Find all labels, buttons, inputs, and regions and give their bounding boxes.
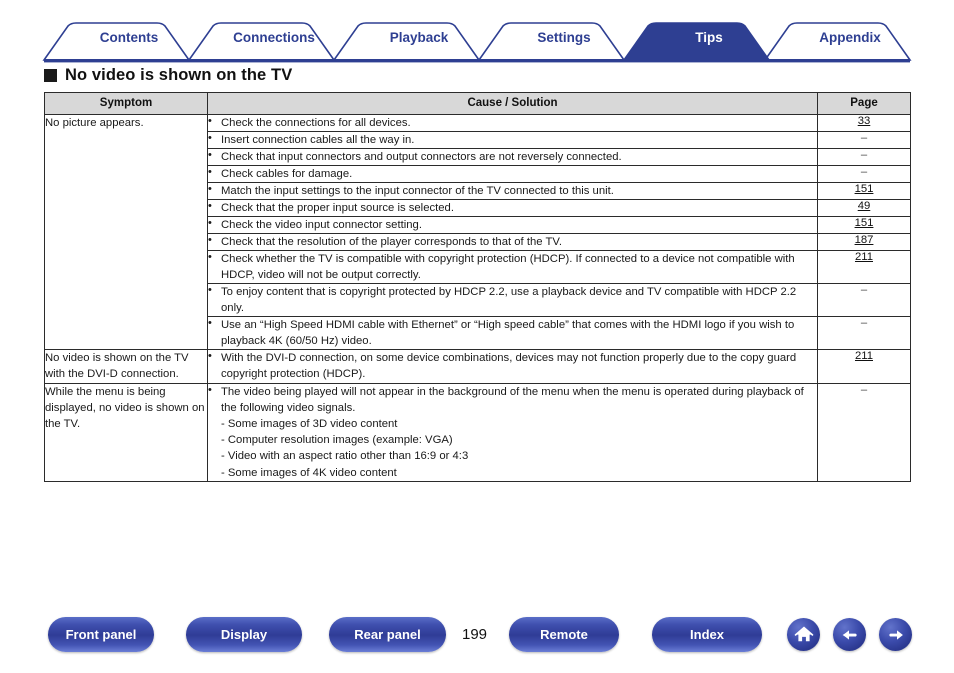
cause-solution-cell: With the DVI-D connection, on some devic… bbox=[207, 349, 818, 384]
symptom-cell: While the menu is being displayed, no vi… bbox=[44, 382, 208, 483]
cause-solution-cell: Check the connections for all devices. bbox=[207, 114, 818, 133]
bullet-item: Check cables for damage. bbox=[208, 165, 817, 182]
page-cell: – bbox=[817, 283, 911, 318]
tab-appendix[interactable]: Appendix bbox=[789, 20, 911, 56]
tab-bar-underline bbox=[44, 59, 910, 63]
cause-solution-cell: Match the input settings to the input co… bbox=[207, 182, 818, 201]
tab-contents[interactable]: Contents bbox=[68, 20, 190, 56]
front-panel-button[interactable]: Front panel bbox=[48, 617, 154, 652]
cause-solution-cell: Check cables for damage. bbox=[207, 165, 818, 184]
page-reference-link[interactable]: 211 bbox=[855, 251, 873, 263]
page-cell[interactable]: 211 bbox=[817, 250, 911, 285]
tab-bar: Contents Connections Playback Settings T… bbox=[0, 20, 954, 63]
square-bullet-icon bbox=[44, 69, 57, 82]
page-cell: – bbox=[817, 316, 911, 351]
page-cell[interactable]: 211 bbox=[817, 349, 911, 384]
sub-item: - Video with an aspect ratio other than … bbox=[221, 450, 469, 463]
page-cell: – bbox=[817, 148, 911, 167]
cause-solution-cell: Check that the proper input source is se… bbox=[207, 199, 818, 218]
page-reference-link[interactable]: 49 bbox=[858, 200, 871, 212]
sub-item: - Some images of 4K video content bbox=[221, 466, 397, 479]
page-cell: – bbox=[817, 131, 911, 150]
tab-settings[interactable]: Settings bbox=[503, 20, 625, 56]
page-cell[interactable]: 49 bbox=[817, 199, 911, 218]
tab-tips[interactable]: Tips bbox=[648, 20, 770, 56]
page-cell[interactable]: 151 bbox=[817, 182, 911, 201]
page-cell[interactable]: 187 bbox=[817, 233, 911, 252]
table-row: While the menu is being displayed, no vi… bbox=[44, 382, 911, 483]
bullet-item: Match the input settings to the input co… bbox=[208, 182, 817, 199]
cause-solution-cell: Check that input connectors and output c… bbox=[207, 148, 818, 167]
bullet-item: Check that the proper input source is se… bbox=[208, 199, 817, 216]
page-cell: – bbox=[817, 382, 911, 483]
no-page-reference: – bbox=[860, 132, 868, 145]
forward-button[interactable] bbox=[879, 618, 912, 651]
home-button[interactable] bbox=[787, 618, 820, 651]
no-page-reference: – bbox=[860, 383, 868, 396]
index-button[interactable]: Index bbox=[652, 617, 762, 652]
bullet-item: Insert connection cables all the way in. bbox=[208, 131, 817, 148]
bullet-item: With the DVI-D connection, on some devic… bbox=[208, 349, 817, 382]
symptom-cell: No picture appears. bbox=[44, 113, 208, 351]
back-button[interactable] bbox=[833, 618, 866, 651]
page-cell: – bbox=[817, 165, 911, 184]
cause-solution-cell: The video being played will not appear i… bbox=[207, 382, 818, 483]
tab-playback[interactable]: Playback bbox=[358, 20, 480, 56]
page-cell[interactable]: 33 bbox=[817, 113, 911, 133]
page-reference-link[interactable]: 151 bbox=[855, 183, 874, 195]
bullet-item: Use an “High Speed HDMI cable with Ether… bbox=[208, 316, 817, 349]
page-cell[interactable]: 151 bbox=[817, 216, 911, 235]
bullet-item: Check the video input connector setting. bbox=[208, 216, 817, 233]
troubleshooting-table-wrapper: Symptom Cause / Solution Page No picture… bbox=[44, 92, 911, 483]
page-reference-link[interactable]: 211 bbox=[855, 350, 873, 362]
column-header-symptom: Symptom bbox=[44, 92, 208, 115]
no-page-reference: – bbox=[860, 317, 868, 330]
table-row: No video is shown on the TV with the DVI… bbox=[44, 349, 911, 384]
cause-solution-cell: Use an “High Speed HDMI cable with Ether… bbox=[207, 316, 818, 351]
cause-solution-cell: To enjoy content that is copyright prote… bbox=[207, 283, 818, 318]
bullet-item: Check that input connectors and output c… bbox=[208, 148, 817, 165]
cause-solution-cell: Insert connection cables all the way in. bbox=[207, 131, 818, 150]
sub-item: - Some images of 3D video content bbox=[221, 417, 398, 430]
table-header-row: Symptom Cause / Solution Page bbox=[44, 92, 911, 115]
bullet-item: To enjoy content that is copyright prote… bbox=[208, 283, 817, 316]
cause-solution-cell: Check whether the TV is compatible with … bbox=[207, 250, 818, 285]
column-header-page: Page bbox=[817, 92, 911, 115]
arrow-left-icon bbox=[842, 629, 857, 640]
page-title: No video is shown on the TV bbox=[44, 66, 292, 85]
tab-connections[interactable]: Connections bbox=[213, 20, 335, 56]
no-page-reference: – bbox=[860, 149, 868, 162]
cause-solution-cell: Check that the resolution of the player … bbox=[207, 233, 818, 252]
footer-nav: Front panel Display Rear panel 199 Remot… bbox=[0, 612, 954, 668]
bullet-item: The video being played will not appear i… bbox=[208, 382, 817, 416]
page-reference-link[interactable]: 187 bbox=[855, 234, 874, 246]
rear-panel-button[interactable]: Rear panel bbox=[329, 617, 446, 652]
symptom-cell: No video is shown on the TV with the DVI… bbox=[44, 349, 208, 384]
no-page-reference: – bbox=[860, 166, 868, 179]
table-body: No picture appears.Check the connections… bbox=[44, 113, 911, 483]
remote-button[interactable]: Remote bbox=[509, 617, 619, 652]
page-number: 199 bbox=[462, 626, 488, 643]
display-button[interactable]: Display bbox=[186, 617, 302, 652]
home-icon bbox=[794, 625, 813, 641]
table-row: No picture appears.Check the connections… bbox=[44, 113, 911, 351]
bullet-item: Check that the resolution of the player … bbox=[208, 233, 817, 250]
troubleshooting-table: Symptom Cause / Solution Page No picture… bbox=[44, 92, 911, 483]
cause-solution-cell: Check the video input connector setting. bbox=[207, 216, 818, 235]
no-page-reference: – bbox=[860, 284, 868, 297]
page-title-text: No video is shown on the TV bbox=[65, 66, 293, 84]
bullet-item: Check whether the TV is compatible with … bbox=[208, 250, 817, 283]
arrow-right-icon bbox=[888, 629, 903, 640]
page-reference-link[interactable]: 33 bbox=[858, 115, 871, 127]
sub-item: - Computer resolution images (example: V… bbox=[221, 433, 453, 446]
page-reference-link[interactable]: 151 bbox=[855, 217, 874, 229]
column-header-cause: Cause / Solution bbox=[207, 92, 818, 115]
bullet-item: Check the connections for all devices. bbox=[208, 114, 817, 131]
